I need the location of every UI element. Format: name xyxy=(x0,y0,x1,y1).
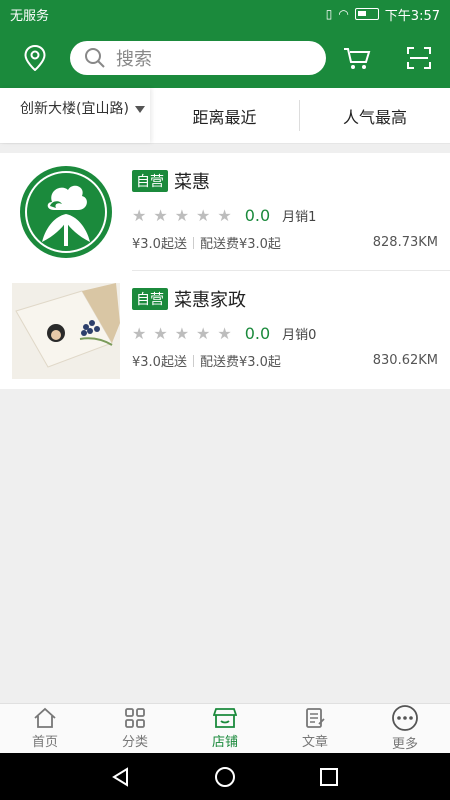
divider xyxy=(192,236,194,249)
star-icon: ★ xyxy=(132,205,147,225)
location-label: 创新大楼(宜山路) xyxy=(20,101,129,117)
star-icon: ★ xyxy=(196,205,211,225)
grid-icon xyxy=(125,708,145,728)
cart-icon xyxy=(344,48,371,69)
scan-icon xyxy=(407,47,431,69)
star-icon: ★ xyxy=(174,205,190,225)
star-icon: ★ xyxy=(153,323,168,343)
shop-list: 自营 菜惠 ★ ★ ★ ★ ★ 0.0 月销1 ¥3.0起送 配送费¥3.0起 … xyxy=(0,153,450,389)
nav-home[interactable]: 首页 xyxy=(0,704,90,753)
self-run-badge: 自营 xyxy=(132,170,168,192)
nav-category[interactable]: 分类 xyxy=(90,704,180,753)
sort-distance-label: 距离最近 xyxy=(192,107,257,127)
star-icon: ★ xyxy=(196,323,211,343)
search-placeholder: 搜索 xyxy=(116,49,152,70)
location-selector[interactable]: 创新大楼(宜山路) xyxy=(0,88,150,143)
header-bar: 搜索 xyxy=(0,28,450,88)
nav-article-label: 文章 xyxy=(301,735,328,750)
nav-shop[interactable]: 店铺 xyxy=(180,704,270,753)
sort-popularity-tab[interactable]: 人气最高 xyxy=(300,88,450,143)
shop-name: 菜惠家政 xyxy=(174,290,246,311)
sort-distance-tab[interactable]: 距离最近 xyxy=(150,100,300,131)
star-icon: ★ xyxy=(174,323,190,343)
monthly-sales: 月销0 xyxy=(282,327,317,343)
vibrate-icon: ▯ xyxy=(325,7,333,21)
carrier-label: 无服务 xyxy=(10,8,50,24)
search-icon xyxy=(85,48,105,68)
wifi-icon: ◠ xyxy=(338,7,349,21)
search-input[interactable]: 搜索 xyxy=(70,41,326,75)
delivery-fee: 配送费¥3.0起 xyxy=(199,237,281,252)
rating-score: 0.0 xyxy=(244,205,271,225)
clock: 下午3:57 xyxy=(384,8,440,24)
back-icon[interactable] xyxy=(111,766,131,787)
distance: 828.73KM xyxy=(372,235,438,250)
star-icon: ★ xyxy=(153,205,168,225)
rating-score: 0.0 xyxy=(244,323,271,343)
divider xyxy=(192,354,194,367)
more-icon xyxy=(392,705,418,731)
star-icon: ★ xyxy=(217,205,232,225)
recents-icon[interactable] xyxy=(319,767,339,787)
caihui-logo-image xyxy=(20,166,112,258)
nav-more[interactable]: 更多 xyxy=(360,704,450,753)
monthly-sales: 月销1 xyxy=(282,209,317,225)
status-bar: 无服务 ▯ ◠ 下午3:57 xyxy=(0,0,450,28)
battery-icon xyxy=(354,8,379,20)
scan-button[interactable] xyxy=(388,28,450,88)
article-icon xyxy=(306,708,325,728)
min-order: ¥3.0起送 xyxy=(132,237,187,252)
delivery-fee: 配送费¥3.0起 xyxy=(199,355,281,370)
shop-item[interactable]: 自营 菜惠家政 ★ ★ ★ ★ ★ 0.0 月销0 ¥3.0起送 配送费¥3.0… xyxy=(0,271,450,389)
nav-shop-label: 店铺 xyxy=(211,735,238,750)
store-icon xyxy=(213,708,237,728)
cart-button[interactable] xyxy=(326,28,388,88)
star-icon: ★ xyxy=(217,323,232,343)
filter-bar: 创新大楼(宜山路) 距离最近 人气最高 xyxy=(0,88,450,144)
sort-popularity-label: 人气最高 xyxy=(342,107,407,127)
location-pin-icon xyxy=(24,45,46,71)
home-circle-icon[interactable] xyxy=(214,766,236,788)
distance: 830.62KM xyxy=(372,353,438,368)
nav-article[interactable]: 文章 xyxy=(270,704,360,753)
self-run-badge: 自营 xyxy=(132,288,168,310)
nav-more-label: 更多 xyxy=(391,737,418,752)
home-icon xyxy=(34,707,56,728)
nav-home-label: 首页 xyxy=(31,735,58,750)
nav-category-label: 分类 xyxy=(121,735,148,750)
chevron-down-icon xyxy=(134,105,145,113)
housekeeping-shop-image xyxy=(12,283,120,379)
shop-item[interactable]: 自营 菜惠 ★ ★ ★ ★ ★ 0.0 月销1 ¥3.0起送 配送费¥3.0起 … xyxy=(0,153,450,271)
star-icon: ★ xyxy=(132,323,147,343)
min-order: ¥3.0起送 xyxy=(132,355,187,370)
bottom-nav: 首页 分类 店铺 文章 更多 xyxy=(0,703,450,753)
location-button[interactable] xyxy=(0,28,70,88)
shop-name: 菜惠 xyxy=(174,172,210,193)
android-nav-bar xyxy=(0,753,450,800)
